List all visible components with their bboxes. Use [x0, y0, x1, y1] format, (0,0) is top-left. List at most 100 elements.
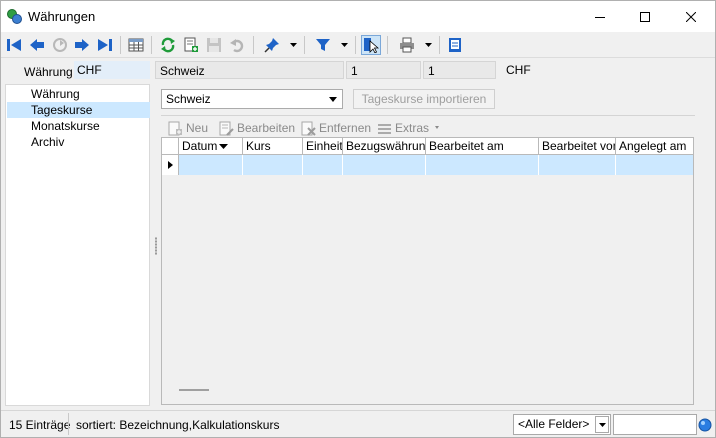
first-record-icon: [7, 39, 21, 51]
edit-action-label: Bearbeiten: [237, 121, 296, 135]
close-button[interactable]: [668, 1, 714, 32]
remove-action-button[interactable]: Entfernen: [300, 120, 371, 136]
nav-item-label: Tageskurse: [31, 103, 93, 117]
horizontal-scrollbar[interactable]: [179, 382, 692, 399]
table-view-icon: [128, 38, 144, 52]
first-record-button[interactable]: [4, 35, 24, 55]
toolbar-separator: [439, 36, 440, 54]
previous-record-button[interactable]: [27, 35, 47, 55]
sort-info: sortiert: Bezeichnung,Kalkulationskurs: [76, 418, 280, 432]
pin-dropdown[interactable]: [288, 35, 298, 55]
filter-dropdown[interactable]: [339, 35, 349, 55]
undo-button[interactable]: [227, 35, 247, 55]
chevron-down-icon: [329, 96, 337, 102]
grid-action-bar: Neu Bearbeiten Entfernen Extras: [161, 115, 695, 137]
column-label: Bearbeitet am: [429, 139, 504, 153]
filter-icon: [316, 39, 330, 51]
maximize-icon: [640, 11, 650, 22]
filter-button[interactable]: [313, 35, 333, 55]
grid-cell[interactable]: [303, 155, 343, 175]
record-count: 15 Einträge: [9, 418, 71, 432]
next-record-icon: [75, 39, 89, 51]
column-header-datum[interactable]: Datum: [179, 138, 243, 155]
new-record-button[interactable]: [181, 35, 201, 55]
splitter-handle[interactable]: [155, 237, 157, 255]
extras-menu-button[interactable]: Extras: [376, 120, 442, 136]
minimize-button[interactable]: [577, 1, 623, 32]
currency-app-icon: [7, 9, 22, 24]
grid-cell[interactable]: [616, 155, 693, 175]
new-record-icon: [184, 37, 198, 52]
column-header-angelegt-am[interactable]: Angelegt am: [616, 138, 693, 155]
pin-button[interactable]: [262, 35, 282, 55]
column-header-kurs[interactable]: Kurs: [243, 138, 303, 155]
column-label: Datum: [182, 139, 218, 153]
export-button[interactable]: [445, 35, 465, 55]
row-indicator[interactable]: [162, 155, 179, 175]
go-to-button[interactable]: [50, 35, 70, 55]
selection-mode-button[interactable]: [361, 35, 381, 55]
filter-field-dropdown[interactable]: [595, 416, 609, 433]
maximize-button[interactable]: [622, 1, 668, 32]
column-header-bearbeitet-von[interactable]: Bearbeitet von: [539, 138, 616, 155]
status-bar: 15 Einträge sortiert: Bezeichnung,Kalkul…: [1, 410, 715, 437]
country-select-dropdown[interactable]: [325, 91, 341, 107]
value1-field: 1: [346, 61, 421, 79]
currency-code-field[interactable]: CHF: [74, 61, 150, 79]
chevron-down-icon: [435, 126, 440, 129]
column-header-bearbeitet-am[interactable]: Bearbeitet am: [426, 138, 539, 155]
window-title: Währungen: [28, 9, 96, 24]
import-daily-rates-button[interactable]: Tageskurse importieren: [353, 89, 495, 109]
undo-icon: [230, 39, 244, 53]
filter-field-value: <Alle Felder>: [518, 417, 590, 431]
print-icon: [400, 37, 414, 53]
column-header-einheit[interactable]: Einheit: [303, 138, 343, 155]
minimize-icon: [595, 16, 605, 18]
save-button[interactable]: [204, 35, 224, 55]
nav-item-waehrung[interactable]: Währung: [7, 86, 150, 102]
next-record-button[interactable]: [72, 35, 92, 55]
column-header-bezugswaehrung[interactable]: Bezugswährung: [343, 138, 426, 155]
print-dropdown[interactable]: [423, 35, 433, 55]
last-record-icon: [98, 39, 112, 51]
country-field: Schweiz: [155, 61, 344, 79]
refresh-button[interactable]: [158, 35, 178, 55]
menu-lines-icon: [377, 123, 391, 134]
refresh-icon: [161, 37, 175, 53]
go-to-icon: [53, 38, 67, 52]
edit-document-icon: [219, 121, 234, 136]
nav-item-monatskurse[interactable]: Monatskurse: [7, 118, 150, 134]
nav-item-tageskurse[interactable]: Tageskurse: [7, 102, 150, 118]
chevron-down-icon: [340, 43, 348, 47]
grid-cell[interactable]: [243, 155, 303, 175]
grid-cell[interactable]: [426, 155, 539, 175]
search-go-icon[interactable]: [698, 418, 712, 432]
filter-field-select[interactable]: <Alle Felder>: [513, 414, 611, 435]
last-record-button[interactable]: [95, 35, 115, 55]
new-action-label: Neu: [186, 121, 209, 135]
grid-cell[interactable]: [343, 155, 426, 175]
status-separator: [68, 413, 69, 435]
toolbar-separator: [387, 36, 388, 54]
title-bar: Währungen: [1, 1, 715, 32]
new-action-button[interactable]: Neu: [167, 120, 208, 136]
sort-descending-icon: [219, 144, 228, 149]
unit-field: CHF: [506, 63, 531, 77]
nav-item-archiv[interactable]: Archiv: [7, 134, 150, 150]
scrollbar-thumb[interactable]: [179, 389, 209, 391]
grid-cell[interactable]: [539, 155, 616, 175]
country-select[interactable]: Schweiz: [161, 89, 343, 109]
nav-item-label: Monatskurse: [31, 119, 100, 133]
nav-item-label: Währung: [31, 87, 80, 101]
toolbar-separator: [355, 36, 356, 54]
country-select-value: Schweiz: [166, 92, 211, 106]
filter-value-input[interactable]: [613, 414, 697, 435]
table-view-button[interactable]: [126, 35, 146, 55]
edit-action-button[interactable]: Bearbeiten: [218, 120, 295, 136]
previous-record-icon: [30, 39, 44, 51]
column-label: Bearbeitet von: [542, 139, 616, 153]
grid-cell[interactable]: [179, 155, 243, 175]
currency-window: Währungen Währung CHF Schweiz 1 1 CHF Wä…: [0, 0, 716, 438]
toolbar-separator: [253, 36, 254, 54]
print-button[interactable]: [397, 35, 417, 55]
